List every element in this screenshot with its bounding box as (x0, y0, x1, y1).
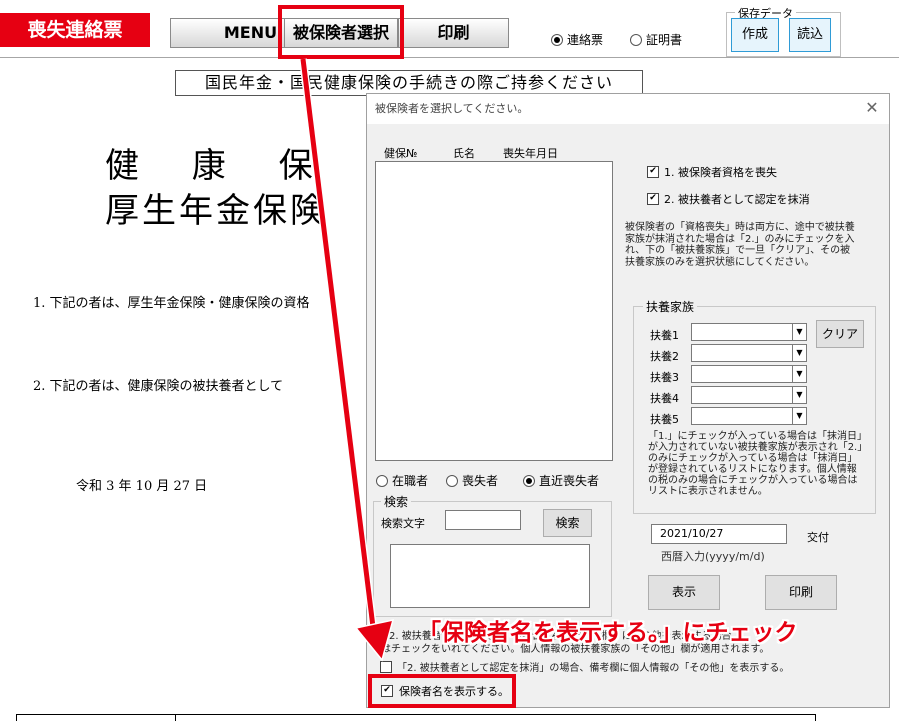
arrow-head-icon (354, 619, 395, 662)
arrow-shaft (300, 58, 377, 636)
annotation-text: 「保険者名を表示する。」にチェック (418, 620, 798, 646)
